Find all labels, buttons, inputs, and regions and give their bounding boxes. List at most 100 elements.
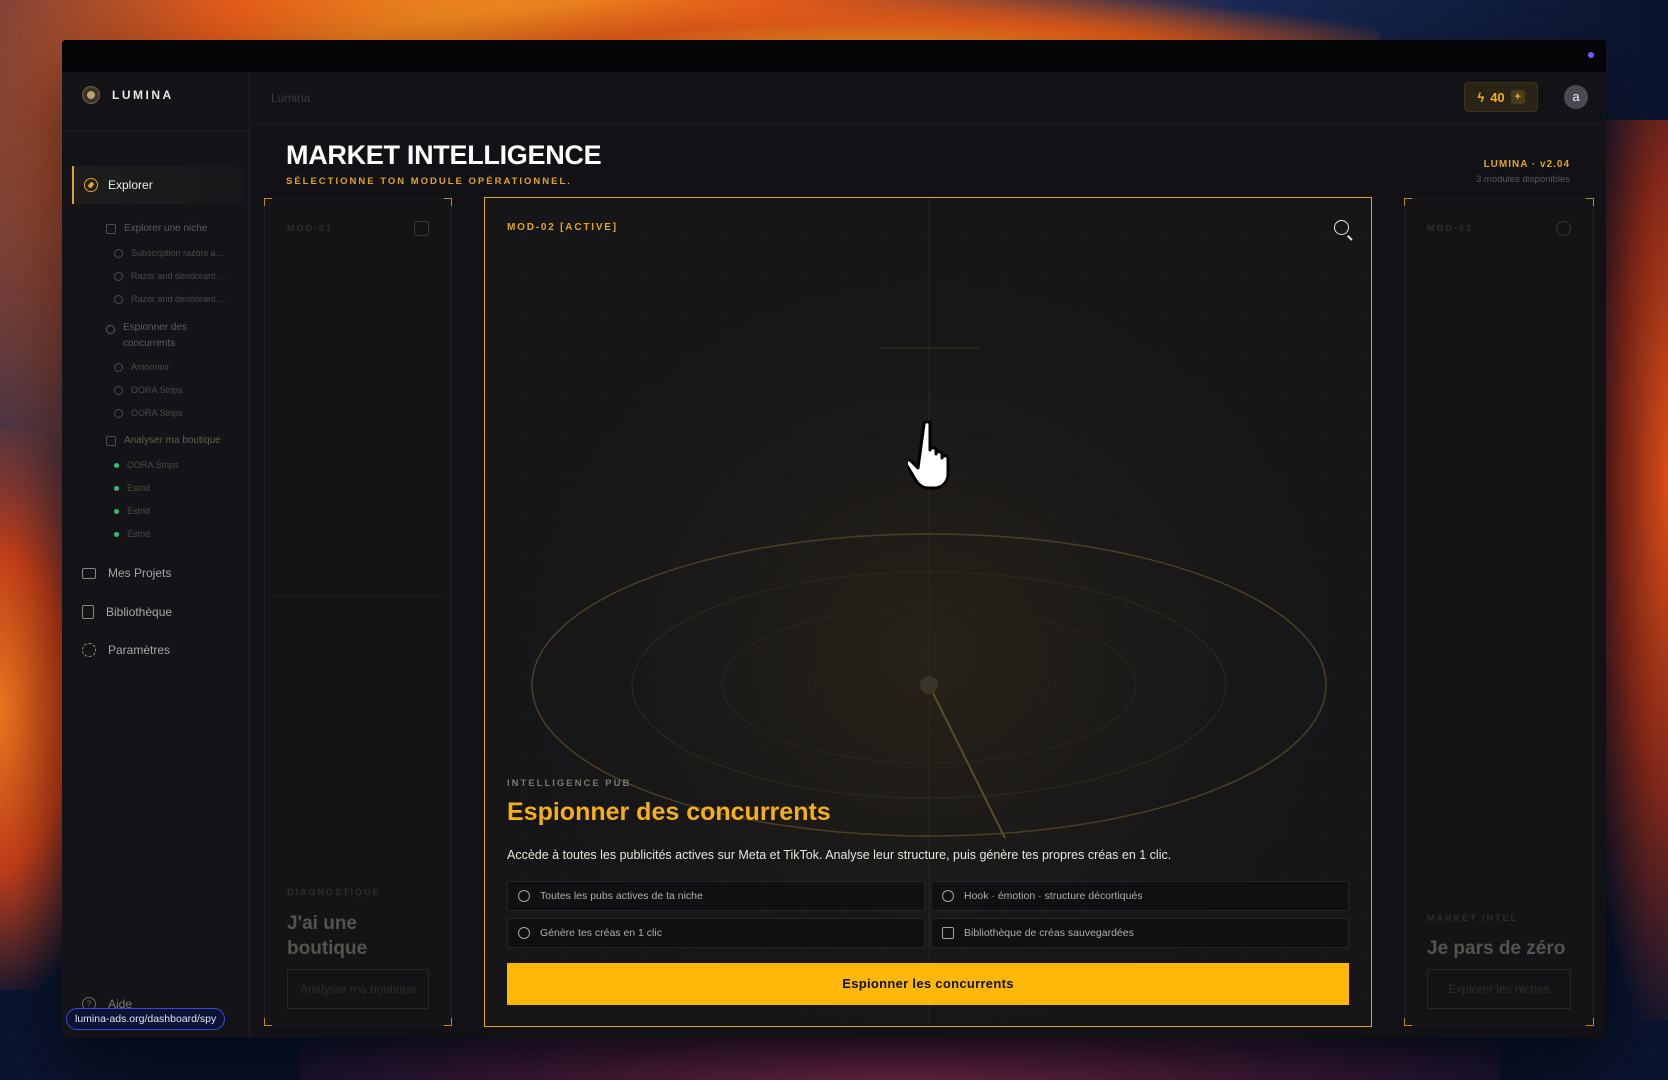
history-item[interactable]: Razor and deodorant ... <box>114 294 226 304</box>
feature-label: Hook · émotion · structure décortiqués <box>964 890 1143 902</box>
corner-bracket <box>444 198 452 206</box>
corner-bracket <box>264 198 272 206</box>
module-tag: MARKET INTEL <box>1427 913 1518 923</box>
module-code: MOD-01 <box>287 223 334 233</box>
corner-bracket <box>1404 198 1412 206</box>
brand-name: LUMINA <box>112 88 174 102</box>
clock-icon <box>114 248 123 258</box>
history-label: Razor and deodorant ... <box>131 271 226 281</box>
history-item[interactable]: OORA Strips <box>114 385 183 395</box>
sidebar-item-settings[interactable]: Paramètres <box>82 643 170 657</box>
status-dot <box>1588 52 1594 58</box>
map-icon <box>106 223 116 234</box>
spy-competitors-button[interactable]: Espionner les concurrents <box>507 963 1349 1005</box>
feature-label: Génère tes créas en 1 clic <box>540 927 662 939</box>
sidebar-item-analyze-shop[interactable]: Analyser ma boutique <box>106 435 221 446</box>
sidebar-item-label: Explorer une niche <box>124 223 208 234</box>
credits-badge[interactable]: ϟ 40 + <box>1464 82 1538 112</box>
shop-history-item[interactable]: Estrid <box>114 483 150 493</box>
store-icon <box>414 221 429 236</box>
sidebar-item-label: Bibliothèque <box>106 605 173 619</box>
feature-item: Toutes les pubs actives de ta niche <box>507 881 925 911</box>
module-card-right[interactable]: MOD-03 MARKET INTEL Je pars de zéro Expl… <box>1404 198 1594 1026</box>
folder-icon <box>82 567 96 579</box>
label-line: Espionner des <box>123 322 187 333</box>
module-count: 3 modules disponibles <box>1475 174 1570 185</box>
target-icon <box>942 890 954 902</box>
module-card-left[interactable]: MOD-01 DIAGNOSTIQUE J'ai une boutique An… <box>264 198 452 1026</box>
shop-history-item[interactable]: Estrid <box>114 529 150 539</box>
module-title: Espionner des concurrents <box>507 798 831 826</box>
shop-history-item[interactable]: OORA Strips <box>114 460 179 470</box>
history-label: Estrid <box>127 506 151 516</box>
history-label: Razor and deodorant ... <box>131 294 226 304</box>
brand[interactable]: LUMINA <box>82 86 174 104</box>
history-label: Estrid <box>127 529 151 539</box>
corner-bracket <box>1364 1019 1371 1026</box>
corner-bracket <box>1586 198 1594 206</box>
clock-icon <box>114 362 123 372</box>
page-title: MARKET INTELLIGENCE <box>286 140 602 170</box>
module-title: Je pars de zéro <box>1427 938 1566 959</box>
avatar[interactable]: a <box>1564 85 1588 109</box>
title-line: boutique <box>287 938 368 959</box>
history-item[interactable]: OORA Strips <box>114 408 183 418</box>
sidebar-item-explorer[interactable]: Explorer <box>72 166 242 204</box>
module-card-active[interactable]: MOD-02 [ACTIVE] INTELLIGENCE PUB Espionn… <box>484 197 1372 1027</box>
history-item[interactable]: Subscription razors a... <box>114 248 223 258</box>
gear-icon <box>82 643 96 657</box>
search-icon <box>1334 220 1349 235</box>
version-label: LUMINA · v2.04 <box>1483 159 1570 170</box>
sidebar-item-spy-competitors[interactable]: Espionner des concurrents <box>106 320 187 352</box>
store-icon <box>106 435 116 446</box>
layers-icon <box>942 927 954 939</box>
feature-item: Génère tes créas en 1 clic <box>507 918 925 948</box>
app-window: LUMINA Explorer Explorer une niche Subsc… <box>62 40 1606 1038</box>
module-code: MOD-02 [ACTIVE] <box>507 222 618 233</box>
compass-icon <box>1556 221 1571 236</box>
module-tag: DIAGNOSTIQUE <box>287 887 381 897</box>
sidebar: LUMINA Explorer Explorer une niche Subsc… <box>62 72 250 1038</box>
corner-bracket <box>264 1018 272 1026</box>
compass-icon <box>84 178 98 192</box>
eye-icon <box>518 890 530 902</box>
sidebar-item-explore-niche[interactable]: Explorer une niche <box>106 223 207 234</box>
feature-item: Bibliothèque de créas sauvegardées <box>931 918 1349 948</box>
corner-bracket <box>1364 198 1371 205</box>
corner-bracket <box>1586 1018 1594 1026</box>
history-label: Estrid <box>127 483 151 493</box>
divider <box>273 595 443 596</box>
top-bar: Lumina ϟ 40 + a <box>251 72 1606 124</box>
status-url: lumina-ads.org/dashboard/spy <box>66 1008 226 1030</box>
hand-cursor-icon <box>908 420 950 490</box>
sidebar-item-label: Paramètres <box>108 643 171 657</box>
corner-bracket <box>485 1019 492 1026</box>
module-tag: INTELLIGENCE PUB <box>507 778 632 789</box>
corner-bracket <box>444 1018 452 1026</box>
module-description: Accède à toutes les publicités actives s… <box>507 848 1172 862</box>
sidebar-item-label: Explorer <box>108 178 153 192</box>
book-icon <box>82 605 94 619</box>
add-credits-icon[interactable]: + <box>1510 90 1525 104</box>
analyze-shop-button[interactable]: Analyser ma boutique <box>287 969 429 1009</box>
clock-icon <box>114 294 123 304</box>
credits-count: 40 <box>1490 89 1505 105</box>
clock-icon <box>114 385 123 395</box>
history-label: OORA Strips <box>127 460 179 470</box>
sidebar-item-library[interactable]: Bibliothèque <box>82 605 172 619</box>
history-item[interactable]: Amoonoir <box>114 362 170 372</box>
feature-item: Hook · émotion · structure décortiqués <box>931 881 1349 911</box>
sidebar-item-projects[interactable]: Mes Projets <box>82 566 171 580</box>
module-title: J'ai une boutique <box>287 911 367 961</box>
breadcrumb[interactable]: Lumina <box>271 91 310 105</box>
history-item[interactable]: Razor and deodorant ... <box>114 271 226 281</box>
search-icon <box>106 325 115 334</box>
clock-icon <box>114 408 123 418</box>
lumina-logo-icon <box>82 86 100 104</box>
sidebar-item-label: Analyser ma boutique <box>124 435 221 446</box>
explore-niches-button[interactable]: Explorer les niches <box>1427 969 1571 1009</box>
title-line: J'ai une <box>287 913 357 934</box>
status-dot <box>114 531 119 537</box>
shop-history-item[interactable]: Estrid <box>114 506 150 516</box>
label-line: concurrents <box>123 338 176 349</box>
